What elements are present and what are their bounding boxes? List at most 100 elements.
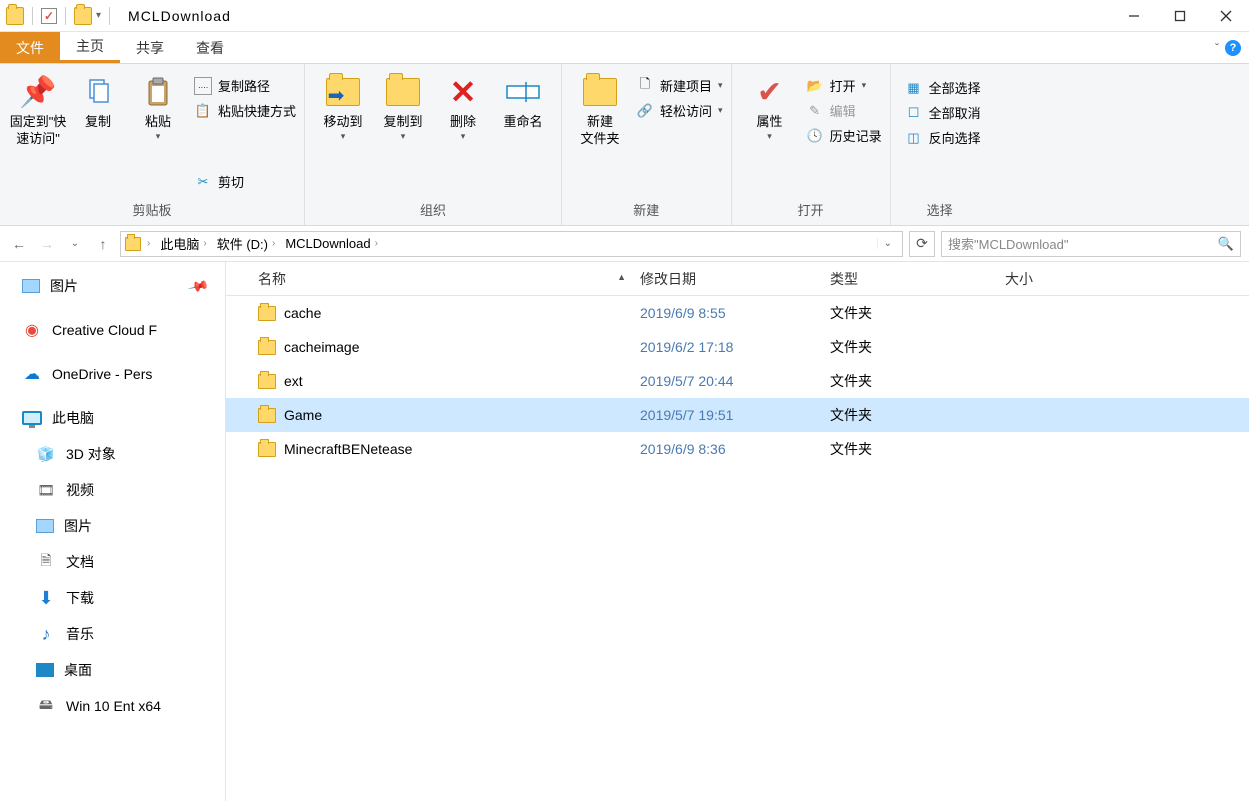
group-label-clipboard: 剪贴板 xyxy=(133,198,172,223)
tab-file[interactable]: 文件 xyxy=(0,32,60,63)
column-type[interactable]: 类型 xyxy=(816,269,991,289)
sidebar-item-documents[interactable]: 🗎文档 xyxy=(0,544,225,580)
navigation-pane: 图片 📌 ◉ Creative Cloud F ☁ OneDrive - Per… xyxy=(0,262,226,801)
file-row[interactable]: cacheimage2019/6/2 17:18文件夹 xyxy=(226,330,1249,364)
copy-button[interactable]: 复制 xyxy=(68,68,128,131)
paste-button[interactable]: 粘贴 ▾ xyxy=(128,68,188,142)
properties-icon: ✔ xyxy=(752,74,788,110)
forward-button[interactable]: → xyxy=(36,233,58,255)
group-label-new: 新建 xyxy=(633,198,659,223)
file-row[interactable]: MinecraftBENetease2019/6/9 8:36文件夹 xyxy=(226,432,1249,466)
select-all-button[interactable]: ▦全部选择 xyxy=(905,78,981,97)
qat-dropdown-icon[interactable]: ▾ xyxy=(96,10,101,21)
refresh-button[interactable]: ⟳ xyxy=(909,231,935,257)
copy-to-icon xyxy=(385,74,421,110)
file-row[interactable]: Game2019/5/7 19:51文件夹 xyxy=(226,398,1249,432)
monitor-icon xyxy=(22,408,42,428)
close-button[interactable] xyxy=(1203,0,1249,32)
back-button[interactable]: ← xyxy=(8,233,30,255)
properties-button[interactable]: ✔ 属性▾ xyxy=(740,68,800,142)
sidebar-item-creative-cloud[interactable]: ◉ Creative Cloud F xyxy=(0,312,225,348)
cut-button[interactable]: ✂剪切 xyxy=(194,172,296,191)
delete-icon: ✕ xyxy=(445,74,481,110)
new-folder-icon xyxy=(582,74,618,110)
sidebar-item-desktop[interactable]: 桌面 xyxy=(0,652,225,688)
file-date: 2019/6/2 17:18 xyxy=(626,339,816,355)
sidebar-item-3d-objects[interactable]: 🧊3D 对象 xyxy=(0,436,225,472)
music-icon: ♪ xyxy=(36,624,56,644)
breadcrumb-folder[interactable]: MCLDownload› xyxy=(281,236,382,251)
pictures-icon xyxy=(36,519,54,533)
folder-icon xyxy=(258,374,276,389)
file-row[interactable]: ext2019/5/7 20:44文件夹 xyxy=(226,364,1249,398)
tab-view[interactable]: 查看 xyxy=(180,32,240,63)
maximize-button[interactable] xyxy=(1157,0,1203,32)
tab-home[interactable]: 主页 xyxy=(60,32,120,63)
open-button[interactable]: 📂打开 ▾ xyxy=(806,76,882,95)
breadcrumb-drive[interactable]: 软件 (D:)› xyxy=(213,234,280,253)
tab-share[interactable]: 共享 xyxy=(120,32,180,63)
window-title: MCLDownload xyxy=(120,8,231,24)
select-none-icon: ☐ xyxy=(905,104,923,122)
pin-to-quick-access-button[interactable]: 📌 固定到"快 速访问" xyxy=(8,68,68,148)
search-placeholder: 搜索"MCLDownload" xyxy=(948,234,1218,253)
search-input[interactable]: 搜索"MCLDownload" 🔍 xyxy=(941,231,1241,257)
documents-icon: 🗎 xyxy=(36,552,56,572)
up-button[interactable]: ↑ xyxy=(92,233,114,255)
file-list-pane: 名称▲ 修改日期 类型 大小 cache2019/6/9 8:55文件夹cach… xyxy=(226,262,1249,801)
group-label-select: 选择 xyxy=(927,198,953,223)
new-folder-button[interactable]: 新建 文件夹 xyxy=(570,68,630,148)
recent-locations-button[interactable]: ⌄ xyxy=(64,233,86,255)
address-dropdown-icon[interactable]: ⌄ xyxy=(877,238,898,249)
copy-to-button[interactable]: 复制到▾ xyxy=(373,68,433,142)
history-button[interactable]: 🕓历史记录 xyxy=(806,126,882,145)
video-icon: 🎞 xyxy=(36,480,56,500)
file-name: Game xyxy=(284,407,322,423)
address-bar[interactable]: › 此电脑› 软件 (D:)› MCLDownload› ⌄ xyxy=(120,231,903,257)
move-to-icon: ➡ xyxy=(325,74,361,110)
move-to-button[interactable]: ➡ 移动到▾ xyxy=(313,68,373,142)
column-date[interactable]: 修改日期 xyxy=(626,269,816,289)
easy-access-icon: 🔗 xyxy=(636,102,654,120)
sidebar-item-downloads[interactable]: ⬇下载 xyxy=(0,580,225,616)
new-item-button[interactable]: 🗋新建项目 ▾ xyxy=(636,76,723,95)
sidebar-item-thispc[interactable]: 此电脑 xyxy=(0,400,225,436)
folder-icon xyxy=(125,237,141,251)
invert-selection-button[interactable]: ◫反向选择 xyxy=(905,128,981,147)
file-row[interactable]: cache2019/6/9 8:55文件夹 xyxy=(226,296,1249,330)
easy-access-button[interactable]: 🔗轻松访问 ▾ xyxy=(636,101,723,120)
minimize-button[interactable] xyxy=(1111,0,1157,32)
properties-qat-icon[interactable]: ✓ xyxy=(41,8,57,24)
cube-icon: 🧊 xyxy=(36,444,56,464)
select-all-icon: ▦ xyxy=(905,79,923,97)
quick-access-toolbar: ✓ ▾ xyxy=(0,7,120,25)
column-name[interactable]: 名称▲ xyxy=(226,269,626,289)
pictures-icon xyxy=(22,279,40,293)
edit-button[interactable]: ✎编辑 xyxy=(806,101,882,120)
invert-selection-icon: ◫ xyxy=(905,129,923,147)
sidebar-item-onedrive[interactable]: ☁ OneDrive - Pers xyxy=(0,356,225,392)
help-icon[interactable]: ? xyxy=(1225,40,1241,56)
copy-path-button[interactable]: ….复制路径 xyxy=(194,76,296,95)
cut-icon: ✂ xyxy=(194,173,212,191)
collapse-ribbon-icon[interactable]: ˇ xyxy=(1215,41,1219,55)
file-type: 文件夹 xyxy=(816,337,991,357)
breadcrumb-thispc[interactable]: 此电脑› xyxy=(156,234,210,253)
sidebar-item-pictures2[interactable]: 图片 xyxy=(0,508,225,544)
sidebar-item-videos[interactable]: 🎞视频 xyxy=(0,472,225,508)
sidebar-item-pictures[interactable]: 图片 📌 xyxy=(0,268,225,304)
paste-shortcut-icon: 📋 xyxy=(194,102,212,120)
delete-button[interactable]: ✕ 删除▾ xyxy=(433,68,493,142)
select-none-button[interactable]: ☐全部取消 xyxy=(905,103,981,122)
rename-button[interactable]: 重命名 xyxy=(493,68,553,131)
sidebar-item-win10[interactable]: 🖴Win 10 Ent x64 xyxy=(0,688,225,724)
downloads-icon: ⬇ xyxy=(36,588,56,608)
onedrive-icon: ☁ xyxy=(22,364,42,384)
column-size[interactable]: 大小 xyxy=(991,269,1111,289)
paste-icon xyxy=(140,74,176,110)
file-type: 文件夹 xyxy=(816,371,991,391)
group-label-open: 打开 xyxy=(798,198,824,223)
open-icon: 📂 xyxy=(806,77,824,95)
paste-shortcut-button[interactable]: 📋粘贴快捷方式 xyxy=(194,101,296,120)
sidebar-item-music[interactable]: ♪音乐 xyxy=(0,616,225,652)
